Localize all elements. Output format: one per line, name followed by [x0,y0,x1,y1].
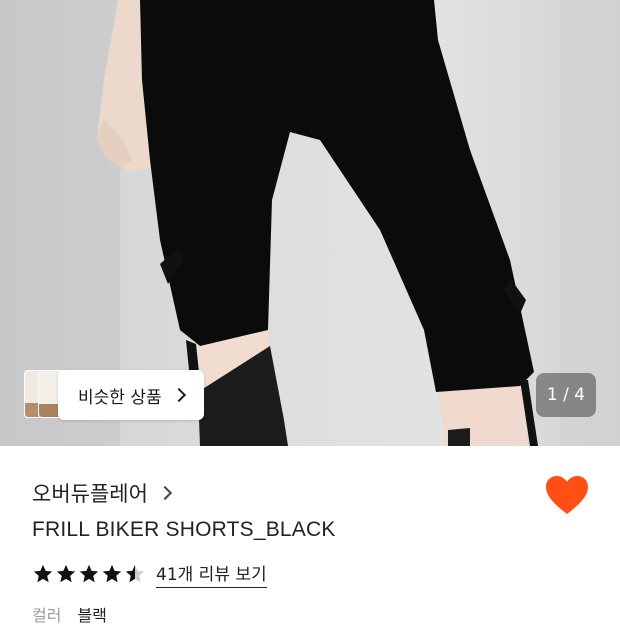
rating-row: 41개 리뷰 보기 [32,560,267,588]
color-value: 블랙 [77,606,107,625]
similar-products-label: 비슷한 상품 [78,387,162,408]
image-page-counter: 1 / 4 [536,373,596,417]
color-label: 컬러 [32,606,62,625]
color-row: 컬러 블랙 [32,602,107,626]
chevron-right-icon [171,387,186,403]
rating-stars [32,563,146,585]
product-info: 오버듀플레어 FRILL BIKER SHORTS_BLACK 41개 리뷰 보… [0,446,620,625]
product-title: FRILL BIKER SHORTS_BLACK [32,518,336,541]
star-icon [102,564,122,583]
product-image[interactable]: 비슷한 상품 1 / 4 [0,0,620,446]
star-icon [33,564,53,583]
star-half-icon [125,564,145,583]
similar-products-chip[interactable]: 비슷한 상품 [24,370,204,420]
star-icon [79,564,99,583]
similar-products-button[interactable]: 비슷한 상품 [58,370,204,420]
reviews-link[interactable]: 41개 리뷰 보기 [156,560,267,588]
brand-link[interactable]: 오버듀플레어 [32,478,172,508]
heart-icon[interactable] [544,474,590,516]
brand-name: 오버듀플레어 [32,482,148,506]
star-icon [56,564,76,583]
chevron-right-icon [157,485,172,501]
